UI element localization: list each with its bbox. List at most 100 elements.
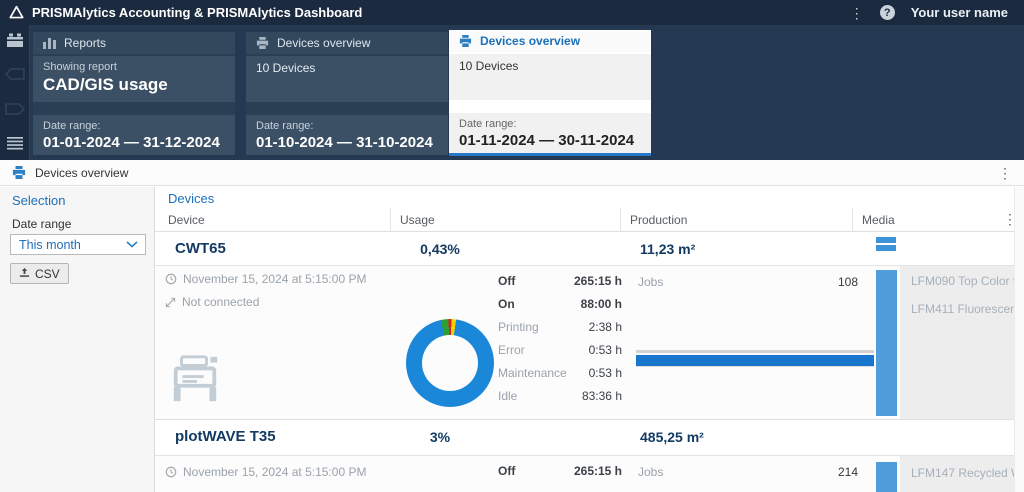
status-donut-chart (406, 319, 494, 407)
jobs-label: Jobs (638, 465, 663, 479)
device-name[interactable]: CWT65 (175, 240, 226, 257)
status-value: 2:38 h (589, 320, 622, 334)
devices-title: Devices (168, 191, 214, 206)
device-name[interactable]: plotWAVE T35 (175, 428, 276, 445)
column-divider (390, 208, 391, 232)
date-range-label: Date range: (256, 120, 438, 132)
status-value: 0:53 h (589, 366, 622, 380)
devices-overview-card-selected[interactable]: Devices overview 10 Devices Date range: … (449, 30, 651, 156)
status-label: Idle (498, 389, 517, 403)
date-range-selected-value: This month (11, 238, 81, 252)
selection-panel: Selection Date range This month CSV (0, 187, 155, 492)
report-icon (43, 38, 56, 49)
status-label: Off (498, 274, 515, 288)
device-row-summary[interactable]: plotWAVE T35 3% 485,25 m² (155, 420, 1024, 456)
media-name: LFM411 Fluorescent Pap (911, 302, 1015, 316)
table-header-row: Device Usage Production Media ⋮ (155, 208, 1024, 232)
topbar-overflow-menu-icon[interactable]: ⋮ (850, 6, 864, 20)
app-title: PRISMAlytics Accounting & PRISMAlytics D… (32, 5, 362, 20)
timestamp-row: November 15, 2024 at 5:15:00 PM (165, 465, 366, 479)
col-usage[interactable]: Usage (400, 213, 435, 227)
chevron-down-icon (126, 241, 138, 248)
status-value: 0:53 h (589, 343, 622, 357)
media-usage-bar (876, 270, 897, 416)
status-label: Maintenance (498, 366, 567, 380)
plotter-printer-icon (168, 354, 222, 404)
scrollbar-track[interactable] (1014, 187, 1024, 492)
date-range-value: 01-01-2024 — 31-12-2024 (43, 134, 225, 151)
topbar-right-group: ⋮ ? Your user name (850, 5, 1024, 20)
disconnected-icon (165, 297, 176, 308)
tag-left-icon[interactable] (5, 68, 25, 80)
tag-right-icon[interactable] (5, 103, 25, 115)
jobs-value: 108 (755, 275, 858, 289)
card-header-label: Reports (64, 36, 106, 50)
dashboard-panel-icon[interactable] (6, 33, 24, 49)
production-value: 11,23 m² (640, 241, 695, 257)
printer-icon (459, 35, 472, 47)
clock-icon (165, 466, 177, 478)
date-range-label: Date range (12, 217, 71, 231)
date-range-value: 01-11-2024 — 30-11-2024 (459, 132, 641, 149)
media-detail-area (900, 266, 1014, 419)
status-list: Off265:15 h On88:00 h Printing2:38 h Err… (498, 269, 622, 407)
column-divider (620, 208, 621, 232)
status-label: Off (498, 464, 515, 478)
help-icon[interactable]: ? (880, 5, 895, 20)
date-range-select[interactable]: This month (10, 234, 146, 255)
device-row-detail: November 15, 2024 at 5:15:00 PM Off265:1… (155, 456, 1024, 492)
usage-value: 3% (395, 429, 485, 445)
status-label: On (498, 297, 515, 311)
card-header-label: Devices overview (480, 34, 580, 48)
report-name: CAD/GIS usage (43, 75, 225, 95)
production-value: 485,25 m² (640, 429, 704, 445)
status-label: Printing (498, 320, 539, 334)
column-divider (852, 208, 853, 232)
media-name: LFM147 Recycled White (911, 466, 1015, 480)
printer-icon (256, 37, 269, 49)
status-label: Error (498, 343, 525, 357)
media-mini-bars (876, 237, 896, 251)
csv-label: CSV (35, 267, 60, 281)
reports-card[interactable]: Reports Showing report CAD/GIS usage Dat… (33, 32, 235, 155)
status-list: Off265:15 h (498, 456, 622, 486)
col-device[interactable]: Device (168, 213, 205, 227)
device-row-summary[interactable]: CWT65 0,43% 11,23 m² (155, 232, 1024, 266)
last-update-timestamp: November 15, 2024 at 5:15:00 PM (183, 465, 366, 479)
dashboard-header-area: Reports Showing report CAD/GIS usage Dat… (0, 25, 1024, 160)
date-range-label: Date range: (459, 118, 641, 130)
menu-icon[interactable] (7, 137, 23, 150)
jobs-bar-chart (636, 350, 874, 367)
user-menu[interactable]: Your user name (911, 5, 1008, 20)
csv-export-button[interactable]: CSV (10, 263, 69, 284)
col-media[interactable]: Media (862, 213, 895, 227)
date-range-value: 01-10-2024 — 31-10-2024 (256, 134, 438, 151)
section-overflow-menu-icon[interactable]: ⋮ (998, 166, 1012, 180)
timestamp-row: November 15, 2024 at 5:15:00 PM (165, 272, 366, 286)
connection-row: Not connected (165, 295, 259, 309)
section-title: Devices overview (35, 166, 128, 180)
jobs-label: Jobs (638, 275, 663, 289)
selection-title: Selection (12, 193, 65, 208)
clock-icon (165, 273, 177, 285)
device-count: 10 Devices (459, 59, 641, 73)
export-icon (19, 268, 30, 279)
media-usage-bar (876, 462, 897, 492)
device-row-detail: November 15, 2024 at 5:15:00 PM Not conn… (155, 266, 1024, 420)
devices-overview-section-header: Devices overview ⋮ (0, 160, 1024, 186)
devices-panel: Devices Device Usage Production Media ⋮ … (155, 187, 1024, 492)
usage-value: 0,43% (395, 241, 485, 257)
printer-icon (12, 166, 26, 179)
col-production[interactable]: Production (630, 213, 687, 227)
media-name: LFM090 Top Color 90gsm (911, 274, 1015, 288)
app-window: PRISMAlytics Accounting & PRISMAlytics D… (0, 0, 1024, 492)
last-update-timestamp: November 15, 2024 at 5:15:00 PM (183, 272, 366, 286)
showing-report-label: Showing report (43, 61, 225, 73)
status-value: 83:36 h (582, 389, 622, 403)
status-value: 88:00 h (581, 297, 622, 311)
devices-overview-card[interactable]: Devices overview 10 Devices Date range: … (246, 32, 448, 155)
sidebar (0, 25, 30, 160)
date-range-label: Date range: (43, 120, 225, 132)
jobs-value: 214 (755, 465, 858, 479)
card-header-label: Devices overview (277, 36, 370, 50)
